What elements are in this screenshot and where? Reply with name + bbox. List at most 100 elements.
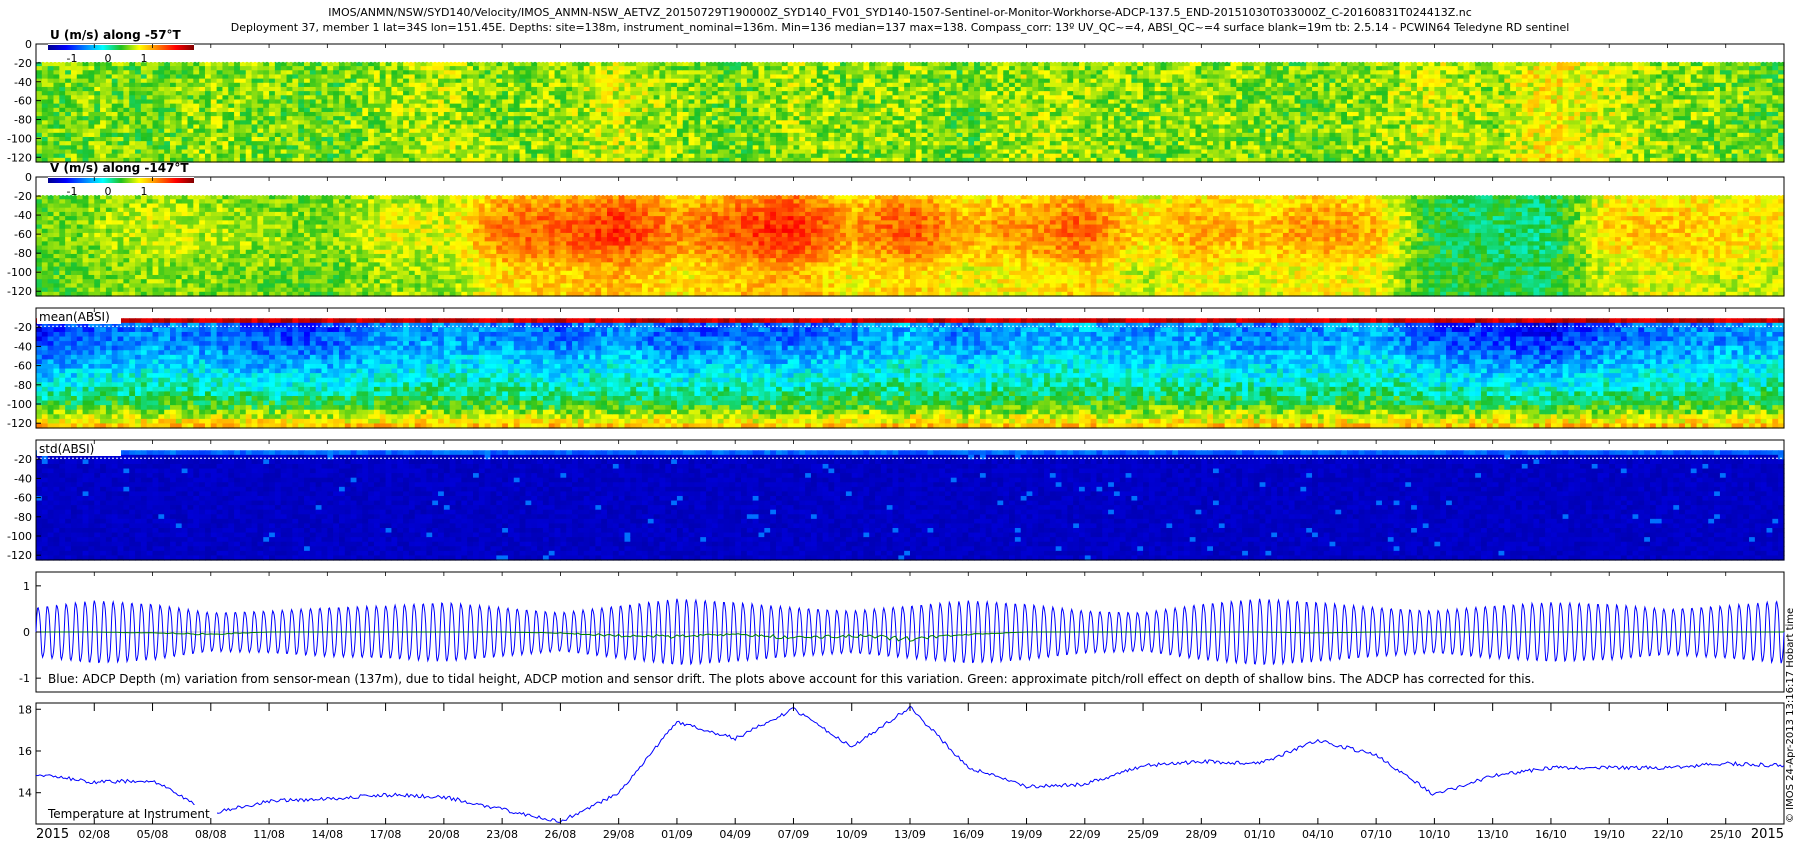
heatmap-cell bbox=[386, 133, 392, 138]
heatmap-cell bbox=[444, 79, 450, 84]
heatmap-cell bbox=[409, 70, 415, 75]
heatmap-cell bbox=[776, 104, 782, 109]
heatmap-cell bbox=[601, 133, 607, 138]
heatmap-cell bbox=[759, 87, 765, 92]
heatmap-cell bbox=[560, 112, 566, 117]
heatmap-cell bbox=[531, 149, 537, 154]
heatmap-cell bbox=[648, 154, 654, 159]
heatmap-cell bbox=[386, 74, 392, 79]
heatmap-cell bbox=[123, 120, 129, 125]
heatmap-cell bbox=[665, 62, 671, 67]
heatmap-cell bbox=[549, 87, 555, 92]
heatmap-cell bbox=[700, 137, 706, 142]
heatmap-cell bbox=[432, 154, 438, 159]
heatmap-cell bbox=[281, 145, 287, 150]
heatmap-cell bbox=[718, 120, 724, 125]
heatmap-cell bbox=[729, 95, 735, 100]
heatmap-cell bbox=[118, 99, 124, 104]
heatmap-cell bbox=[123, 112, 129, 117]
heatmap-cell bbox=[607, 104, 613, 109]
heatmap-cell bbox=[42, 95, 48, 100]
heatmap-cell bbox=[59, 66, 65, 71]
heatmap-cell bbox=[479, 91, 485, 96]
heatmap-cell bbox=[275, 154, 281, 159]
heatmap-cell bbox=[677, 120, 683, 125]
heatmap-cell bbox=[269, 91, 275, 96]
heatmap-cell bbox=[560, 66, 566, 71]
heatmap-cell bbox=[217, 133, 223, 138]
heatmap-cell bbox=[403, 124, 409, 129]
heatmap-cell bbox=[665, 83, 671, 88]
heatmap-cell bbox=[193, 62, 199, 67]
heatmap-cell bbox=[590, 124, 596, 129]
heatmap-cell bbox=[450, 87, 456, 92]
heatmap-cell bbox=[263, 95, 269, 100]
heatmap-cell bbox=[228, 124, 234, 129]
heatmap-cell bbox=[205, 62, 211, 67]
heatmap-cell bbox=[630, 79, 636, 84]
heatmap-cell bbox=[654, 137, 660, 142]
heatmap-cell bbox=[514, 112, 520, 117]
heatmap-cell bbox=[368, 137, 374, 142]
heatmap-cell bbox=[263, 149, 269, 154]
heatmap-cell bbox=[275, 66, 281, 71]
heatmap-cell bbox=[222, 83, 228, 88]
heatmap-cell bbox=[112, 141, 118, 146]
heatmap-cell bbox=[275, 137, 281, 142]
heatmap-cell bbox=[176, 145, 182, 150]
heatmap-cell bbox=[659, 79, 665, 84]
heatmap-cell bbox=[65, 137, 71, 142]
heatmap-cell bbox=[351, 149, 357, 154]
heatmap-cell bbox=[648, 141, 654, 146]
heatmap-cell bbox=[345, 62, 351, 67]
heatmap-cell bbox=[549, 112, 555, 117]
heatmap-cell bbox=[782, 104, 788, 109]
heatmap-cell bbox=[543, 154, 549, 159]
heatmap-cell bbox=[712, 120, 718, 125]
heatmap-cell bbox=[741, 87, 747, 92]
heatmap-cell bbox=[356, 108, 362, 113]
heatmap-cell bbox=[712, 149, 718, 154]
heatmap-cell bbox=[590, 70, 596, 75]
heatmap-cell bbox=[147, 133, 153, 138]
heatmap-cell bbox=[252, 141, 258, 146]
heatmap-cell bbox=[426, 112, 432, 117]
heatmap-cell bbox=[549, 145, 555, 150]
heatmap-cell bbox=[304, 91, 310, 96]
heatmap-cell bbox=[380, 104, 386, 109]
heatmap-cell bbox=[246, 137, 252, 142]
heatmap-cell bbox=[164, 120, 170, 125]
heatmap-cell bbox=[100, 145, 106, 150]
heatmap-cell bbox=[374, 120, 380, 125]
heatmap-cell bbox=[409, 91, 415, 96]
heatmap-cell bbox=[421, 83, 427, 88]
heatmap-cell bbox=[473, 112, 479, 117]
heatmap-cell bbox=[380, 141, 386, 146]
heatmap-cell bbox=[549, 70, 555, 75]
heatmap-cell bbox=[362, 112, 368, 117]
heatmap-cell bbox=[764, 129, 770, 134]
heatmap-cell bbox=[170, 149, 176, 154]
heatmap-cell bbox=[48, 104, 54, 109]
heatmap-cell bbox=[176, 141, 182, 146]
heatmap-cell bbox=[590, 79, 596, 84]
heatmap-cell bbox=[706, 129, 712, 134]
heatmap-cell bbox=[578, 137, 584, 142]
heatmap-cell bbox=[502, 87, 508, 92]
heatmap-cell bbox=[677, 87, 683, 92]
heatmap-cell bbox=[281, 133, 287, 138]
heatmap-cell bbox=[327, 133, 333, 138]
heatmap-cell bbox=[735, 79, 741, 84]
heatmap-cell bbox=[613, 91, 619, 96]
heatmap-cell bbox=[222, 62, 228, 67]
heatmap-cell bbox=[566, 91, 572, 96]
heatmap-cell bbox=[741, 79, 747, 84]
heatmap-cell bbox=[65, 74, 71, 79]
heatmap-cell bbox=[479, 108, 485, 113]
heatmap-cell bbox=[386, 120, 392, 125]
heatmap-cell bbox=[345, 99, 351, 104]
heatmap-cell bbox=[211, 83, 217, 88]
heatmap-cell bbox=[426, 141, 432, 146]
heatmap-cell bbox=[304, 108, 310, 113]
heatmap-cell bbox=[689, 66, 695, 71]
